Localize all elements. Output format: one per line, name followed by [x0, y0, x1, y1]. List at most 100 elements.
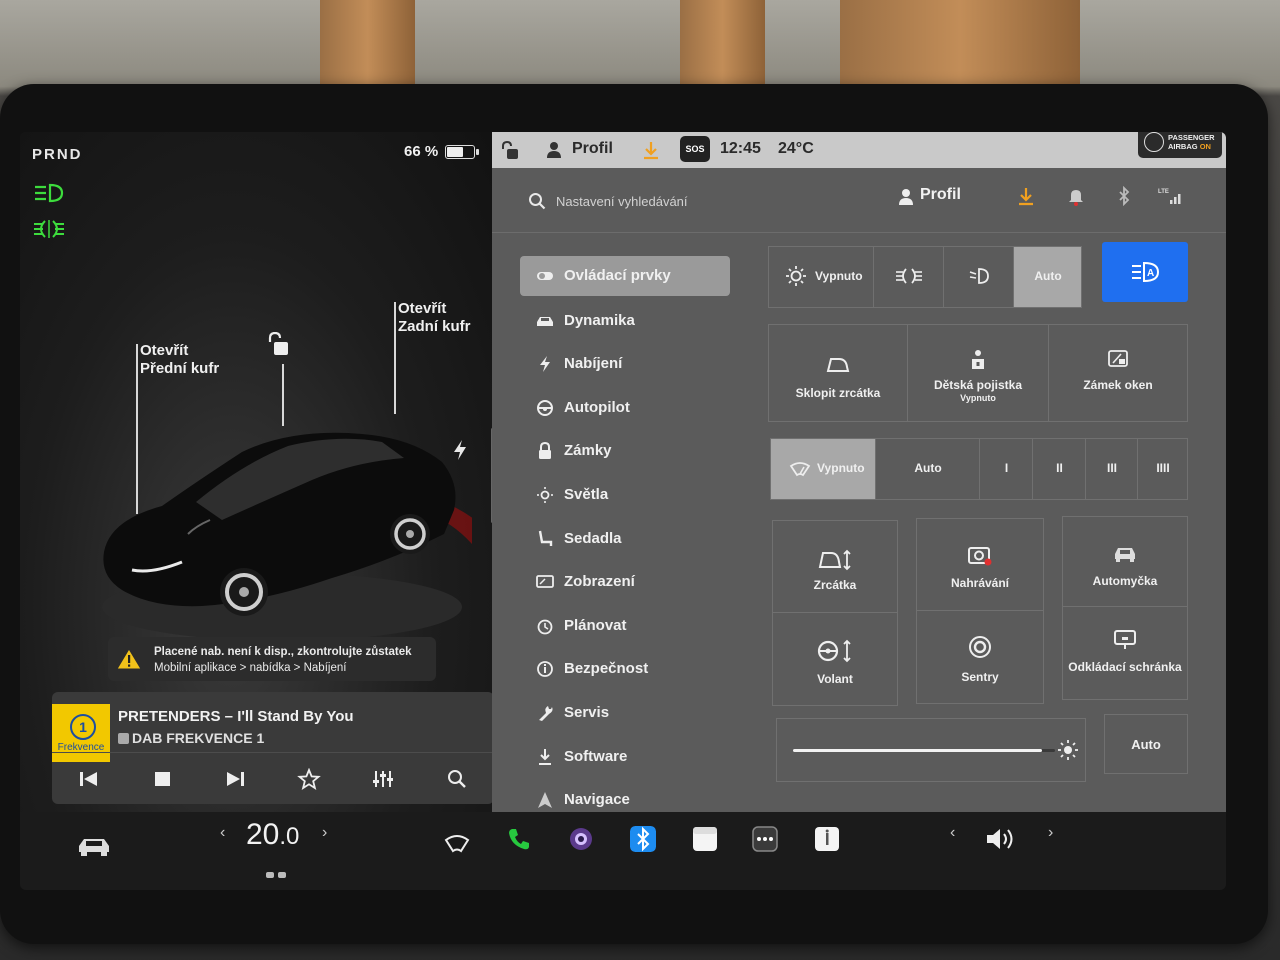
profile-icon[interactable] — [546, 141, 562, 159]
song-title: PRETENDERS – I'll Stand By You — [118, 708, 354, 725]
child-lock-button[interactable]: Dětská pojistka Vypnuto — [908, 325, 1048, 421]
car-wash-label: Automyčka — [1092, 574, 1158, 588]
mirrors-adjust-button[interactable]: Zrcátka — [772, 520, 898, 614]
sidebar-item-2[interactable]: Dynamika — [520, 300, 740, 344]
auto-high-beam-button[interactable]: A — [1102, 242, 1188, 302]
wiper-control: Vypnuto Auto I II III IIII — [770, 438, 1188, 500]
download-icon[interactable] — [642, 140, 660, 160]
callout-line — [394, 302, 396, 414]
favorite-star-icon[interactable] — [296, 768, 322, 790]
search-icon[interactable] — [444, 768, 470, 790]
sidebar-item-5[interactable]: Zámky — [520, 430, 740, 474]
sentry-button[interactable]: Sentry — [916, 610, 1044, 704]
headlights-off-button[interactable]: Vypnuto — [769, 247, 873, 307]
station-label: DAB FREKVENCE 1 — [132, 730, 265, 746]
sidebar-item-label: Bezpečnost — [564, 660, 649, 678]
sidebar-item-3[interactable]: Nabíjení — [520, 343, 740, 387]
divider — [52, 752, 494, 753]
brightness-icon[interactable] — [1057, 739, 1079, 761]
rear-trunk-button[interactable]: Otevřít Zadní kufr — [398, 300, 471, 336]
notification-bell-icon[interactable] — [1066, 186, 1086, 206]
wiper-speed-2-button[interactable]: II — [1032, 439, 1085, 499]
brightness-auto-button[interactable]: Auto — [1104, 714, 1188, 774]
sidebar-item-4[interactable]: Autopilot — [520, 387, 740, 431]
dashcam-icon — [968, 547, 992, 566]
settings-search-input[interactable] — [554, 188, 878, 214]
window-lock-button[interactable]: Zámek oken — [1049, 325, 1187, 421]
climate-fan-icon — [266, 872, 286, 878]
airbag-label: PASSENGER — [1168, 133, 1215, 142]
sidebar-item-1[interactable]: Ovládací prvky — [520, 256, 730, 296]
temp-down-arrow[interactable]: ‹ — [220, 824, 225, 842]
dashcam-button[interactable]: Nahrávání — [916, 518, 1044, 612]
stop-icon[interactable] — [150, 768, 176, 790]
manual-icon[interactable] — [814, 826, 840, 852]
car-icon[interactable] — [76, 834, 112, 858]
sidebar-item-6[interactable]: Světla — [520, 474, 740, 518]
sos-button[interactable]: SOS — [680, 136, 710, 162]
car-wash-button[interactable]: Automyčka — [1062, 516, 1188, 610]
wiper-speed-3-button[interactable]: III — [1085, 439, 1137, 499]
equalizer-icon[interactable] — [370, 768, 396, 790]
wrench-icon — [539, 705, 553, 721]
window-lock-label: Zámek oken — [1083, 378, 1153, 392]
fog-light-icon — [34, 220, 64, 238]
charging-warning[interactable]: Placené nab. není k disp., zkontrolujte … — [108, 637, 436, 681]
sidebar-item-11[interactable]: Servis — [520, 692, 740, 736]
volume-up-arrow[interactable]: › — [1048, 824, 1053, 842]
child-lock-status: Vypnuto — [960, 393, 996, 403]
light-icon — [786, 266, 806, 286]
unlocked-icon[interactable] — [500, 140, 520, 160]
svg-text:LTE: LTE — [1158, 189, 1169, 195]
wiper-speed-4-button[interactable]: IIII — [1137, 439, 1187, 499]
sidebar-item-9[interactable]: Plánovat — [520, 605, 740, 649]
front-trunk-label: Otevřít — [140, 342, 189, 359]
download-icon[interactable] — [1016, 186, 1036, 206]
sidebar-item-7[interactable]: Sedadla — [520, 518, 740, 562]
wiper-speed-1-button[interactable]: I — [979, 439, 1032, 499]
volume-icon[interactable] — [984, 826, 1016, 852]
window-lock-icon — [1108, 350, 1128, 367]
station-name: DAB FREKVENCE 1 — [118, 730, 264, 746]
bluetooth-icon[interactable] — [1114, 186, 1134, 206]
child-lock-icon — [972, 350, 984, 369]
phone-icon[interactable] — [506, 826, 532, 852]
dashcam-label: Nahrávání — [950, 576, 1010, 590]
front-trunk-button[interactable]: Otevřít Přední kufr — [140, 342, 219, 378]
sidebar-item-12[interactable]: Software — [520, 736, 740, 780]
media-player: 1 Frekvence PRETENDERS – I'll Stand By Y… — [52, 692, 494, 804]
more-apps-icon[interactable] — [752, 826, 778, 852]
headlights-auto-button[interactable]: Auto — [1013, 247, 1081, 307]
parking-lights-button[interactable] — [873, 247, 943, 307]
child-lock-label: Dětská pojistka Vypnuto — [908, 379, 1048, 405]
volume-down-arrow[interactable]: ‹ — [950, 824, 955, 842]
wipers-auto-label: Auto — [914, 461, 942, 475]
brightness-slider[interactable] — [776, 718, 1086, 782]
outside-temperature: 24°C — [778, 140, 814, 157]
sidebar-item-10[interactable]: Bezpečnost — [520, 648, 740, 692]
sentry-icon — [969, 636, 991, 658]
steering-wheel-adjust-button[interactable]: Volant — [772, 612, 898, 706]
unlocked-icon[interactable] — [264, 332, 292, 358]
wood-panel — [680, 0, 765, 92]
front-trunk-label: Přední kufr — [140, 360, 220, 377]
camera-app-icon[interactable] — [568, 826, 594, 852]
calendar-icon[interactable] — [692, 826, 718, 852]
low-beam-button[interactable] — [943, 247, 1013, 307]
next-track-icon[interactable] — [222, 768, 248, 790]
bolt-icon — [540, 356, 550, 373]
bluetooth-icon[interactable] — [630, 826, 656, 852]
glovebox-label: Odkládací schránka — [1068, 660, 1182, 674]
wiper-icon[interactable] — [444, 834, 470, 854]
settings-profile[interactable]: Profil — [920, 186, 961, 204]
wipers-auto-button[interactable]: Auto — [875, 439, 979, 499]
wipers-off-button[interactable]: Vypnuto — [771, 439, 875, 499]
fold-mirrors-button[interactable]: Sklopit zrcátka — [769, 325, 907, 421]
download-icon — [539, 748, 551, 765]
sidebar-item-8[interactable]: Zobrazení — [520, 561, 740, 605]
temp-up-arrow[interactable]: › — [322, 824, 327, 842]
glovebox-button[interactable]: Odkládací schránka — [1062, 606, 1188, 700]
cabin-temperature[interactable]: 20.0 — [246, 818, 299, 852]
status-profile[interactable]: Profil — [572, 140, 613, 158]
previous-track-icon[interactable] — [76, 768, 102, 790]
